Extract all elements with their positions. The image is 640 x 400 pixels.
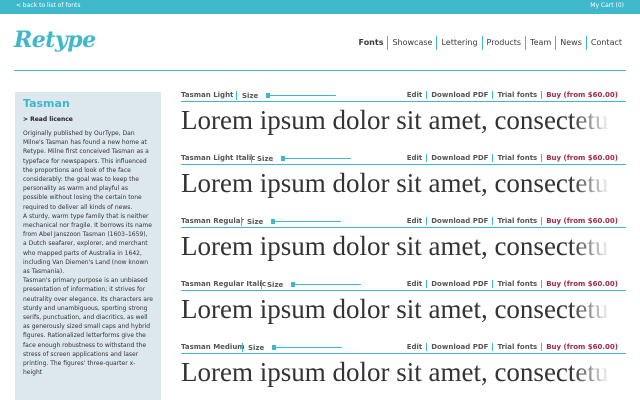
font-row-header: Tasman Light Italic Size Edit Download P… — [181, 151, 626, 165]
divider — [261, 280, 262, 289]
font-row-header: Tasman Light Size Edit Download PDF Tria… — [181, 88, 626, 102]
divider — [241, 217, 242, 226]
top-bar: < back to list of fonts My Cart (0) — [0, 0, 640, 14]
size-control: Size — [237, 343, 343, 352]
sample-fade — [571, 104, 611, 136]
font-sample-text[interactable]: Lorem ipsum dolor sit amet, consectetur … — [181, 356, 611, 388]
sample-fade — [571, 356, 611, 388]
row-actions: Edit Download PDF Trial fonts Buy (from … — [403, 343, 622, 351]
nav-item-fonts[interactable]: Fonts — [355, 36, 388, 50]
description-paragraph: Originally published by OurType, Dan Mil… — [23, 130, 149, 211]
size-label: Size — [242, 91, 259, 100]
download-pdf-button[interactable]: Download PDF — [426, 154, 492, 162]
font-row-header: Tasman Regular Size Edit Download PDF Tr… — [181, 214, 626, 228]
font-sample-text[interactable]: Lorem ipsum dolor sit amet, consectetur … — [181, 104, 611, 136]
font-style-name: Tasman Light Italic — [181, 154, 256, 162]
size-slider[interactable] — [281, 156, 352, 161]
nav-item-products[interactable]: Products — [481, 36, 526, 50]
size-label: Size — [257, 154, 274, 163]
edit-button[interactable]: Edit — [403, 343, 427, 351]
trial-fonts-button[interactable]: Trial fonts — [492, 280, 541, 288]
download-pdf-button[interactable]: Download PDF — [426, 343, 492, 351]
font-info-sidebar: Tasman > Read licence Originally publish… — [15, 92, 161, 400]
slider-handle[interactable] — [291, 282, 296, 287]
font-style-name: Tasman Regular — [181, 217, 244, 225]
font-row: Tasman Light Size Edit Download PDF Tria… — [181, 88, 626, 151]
divider — [242, 343, 243, 352]
size-slider[interactable] — [266, 93, 337, 98]
description-paragraph: Tasman's primary purpose is an unbiased … — [23, 277, 153, 377]
font-sample-text[interactable]: Lorem ipsum dolor sit amet, consectetur … — [181, 230, 611, 262]
size-control: Size — [256, 280, 362, 289]
font-sample-text[interactable]: Lorem ipsum dolor sit amet, consectetur … — [181, 167, 611, 199]
font-row-header: Tasman Regular Italic Size Edit Download… — [181, 277, 626, 291]
row-actions: Edit Download PDF Trial fonts Buy (from … — [403, 154, 622, 162]
size-label: Size — [267, 280, 284, 289]
sample-fade — [571, 167, 611, 199]
trial-fonts-button[interactable]: Trial fonts — [492, 343, 541, 351]
font-family-title: Tasman — [23, 97, 70, 110]
download-pdf-button[interactable]: Download PDF — [426, 280, 492, 288]
download-pdf-button[interactable]: Download PDF — [426, 217, 492, 225]
size-slider[interactable] — [291, 282, 362, 287]
font-style-name: Tasman Light — [181, 91, 234, 99]
size-control: Size — [236, 217, 342, 226]
buy-button[interactable]: Buy (from $60.00) — [541, 154, 622, 162]
font-style-name: Tasman Medium — [181, 343, 245, 351]
edit-button[interactable]: Edit — [403, 154, 427, 162]
buy-button[interactable]: Buy (from $60.00) — [541, 280, 622, 288]
font-style-name: Tasman Regular Italic — [181, 280, 266, 288]
font-row: Tasman Regular Size Edit Download PDF Tr… — [181, 214, 626, 277]
row-actions: Edit Download PDF Trial fonts Buy (from … — [403, 280, 622, 288]
edit-button[interactable]: Edit — [403, 280, 427, 288]
font-row: Tasman Light Italic Size Edit Download P… — [181, 151, 626, 214]
description-paragraph: A sturdy, warm type family that is neith… — [23, 212, 152, 276]
row-actions: Edit Download PDF Trial fonts Buy (from … — [403, 217, 622, 225]
cart-link[interactable]: My Cart (0) — [590, 2, 624, 9]
nav-item-news[interactable]: News — [555, 36, 586, 50]
size-label: Size — [248, 343, 265, 352]
nav-item-lettering[interactable]: Lettering — [436, 36, 481, 50]
trial-fonts-button[interactable]: Trial fonts — [492, 217, 541, 225]
font-row: Tasman Regular Italic Size Edit Download… — [181, 277, 626, 340]
back-to-fonts-link[interactable]: < back to list of fonts — [16, 2, 81, 9]
divider — [251, 154, 252, 163]
row-actions: Edit Download PDF Trial fonts Buy (from … — [403, 91, 622, 99]
retype-logo[interactable]: Retype — [14, 27, 96, 53]
size-slider[interactable] — [271, 219, 342, 224]
font-sample-text[interactable]: Lorem ipsum dolor sit amet, consectetur … — [181, 293, 611, 325]
trial-fonts-button[interactable]: Trial fonts — [492, 154, 541, 162]
trial-fonts-button[interactable]: Trial fonts — [492, 91, 541, 99]
nav-item-contact[interactable]: Contact — [585, 36, 626, 50]
download-pdf-button[interactable]: Download PDF — [426, 91, 492, 99]
nav-item-showcase[interactable]: Showcase — [387, 36, 436, 50]
slider-handle[interactable] — [281, 156, 286, 161]
slider-handle[interactable] — [266, 93, 271, 98]
edit-button[interactable]: Edit — [403, 91, 427, 99]
slider-handle[interactable] — [272, 345, 277, 350]
header-divider — [14, 70, 626, 71]
size-control: Size — [246, 154, 352, 163]
font-styles-list: Tasman Light Size Edit Download PDF Tria… — [181, 88, 626, 400]
sample-fade — [571, 293, 611, 325]
size-label: Size — [247, 217, 264, 226]
size-control: Size — [231, 91, 337, 100]
size-slider[interactable] — [272, 345, 343, 350]
edit-button[interactable]: Edit — [403, 217, 427, 225]
read-licence-link[interactable]: > Read licence — [23, 116, 153, 123]
buy-button[interactable]: Buy (from $60.00) — [541, 343, 622, 351]
slider-handle[interactable] — [271, 219, 276, 224]
divider — [236, 91, 237, 100]
font-row-header: Tasman Medium Size Edit Download PDF Tri… — [181, 340, 626, 354]
buy-button[interactable]: Buy (from $60.00) — [541, 217, 622, 225]
buy-button[interactable]: Buy (from $60.00) — [541, 91, 622, 99]
nav-item-team[interactable]: Team — [525, 36, 555, 50]
main-nav: Fonts Showcase Lettering Products Team N… — [355, 36, 626, 50]
sample-fade — [571, 230, 611, 262]
font-row: Tasman Medium Size Edit Download PDF Tri… — [181, 340, 626, 400]
